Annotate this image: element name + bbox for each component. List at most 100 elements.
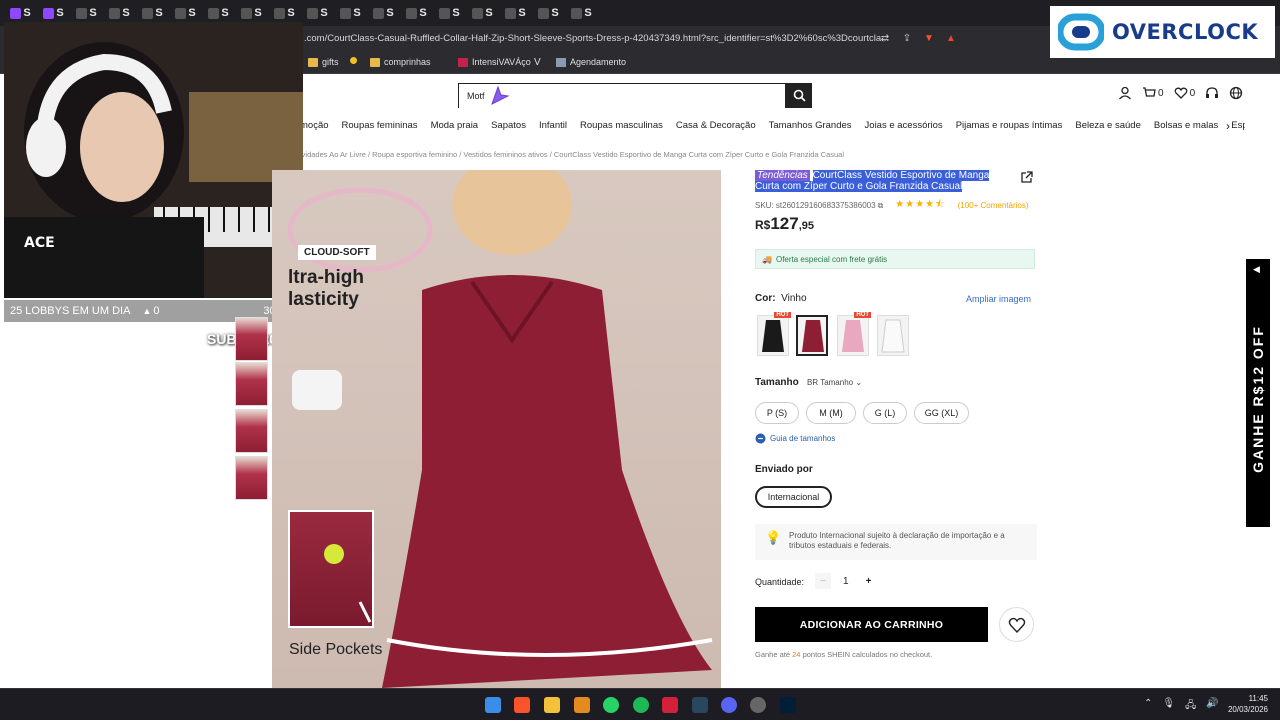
browser-tab[interactable]: S: [334, 2, 367, 24]
browser-tab[interactable]: S: [532, 2, 565, 24]
translate-icon[interactable]: ⇄: [878, 31, 892, 45]
bookmark-v[interactable]: V: [534, 57, 541, 68]
tray-expand-icon[interactable]: ⌃: [1144, 698, 1152, 715]
bookmark-gifts[interactable]: gifts: [308, 57, 339, 67]
language-button[interactable]: [1229, 86, 1243, 100]
network-icon[interactable]: 🖧: [1185, 698, 1196, 715]
zoom-image-link[interactable]: Ampliar imagem: [966, 294, 1031, 304]
quantity-increase-button[interactable]: +: [861, 573, 877, 589]
browser-tab[interactable]: S: [565, 2, 598, 24]
quantity-value[interactable]: 1: [843, 576, 849, 587]
nav-item[interactable]: Moda praia: [431, 120, 479, 136]
browser-tab[interactable]: S: [433, 2, 466, 24]
nav-item[interactable]: Pijamas e roupas íntimas: [956, 120, 1063, 136]
size-option-g[interactable]: G (L): [863, 402, 907, 424]
promo-side-banner[interactable]: ◀ GANHE R$12 OFF: [1246, 259, 1270, 527]
size-region-select[interactable]: BR Tamanho ⌄: [807, 378, 862, 387]
headline-line-2: lasticity: [288, 289, 359, 310]
brave-browser-icon[interactable]: [514, 697, 530, 713]
color-swatch-pink[interactable]: HOT: [837, 312, 871, 356]
tab-favicon-icon: [109, 7, 121, 19]
hot-badge: HOT: [774, 312, 791, 318]
rewards-icon[interactable]: ▲: [944, 31, 958, 45]
url-text[interactable]: .com/CourtClass-Casual-Ruffled-Collar-Ha…: [304, 33, 889, 44]
file-explorer-icon[interactable]: [544, 697, 560, 713]
browser-tab[interactable]: S: [202, 2, 235, 24]
browser-tab[interactable]: S: [136, 2, 169, 24]
banner-collapse-icon[interactable]: ◀: [1253, 264, 1260, 275]
sent-by-international-option[interactable]: Internacional: [755, 486, 832, 508]
nav-item[interactable]: Sapatos: [491, 120, 526, 136]
microphone-icon[interactable]: 🎙: [1162, 698, 1175, 715]
search-button[interactable]: [786, 83, 812, 108]
size-option-p[interactable]: P (S): [755, 402, 799, 424]
size-option-gg[interactable]: GG (XL): [914, 402, 969, 424]
share-icon[interactable]: ⇪: [900, 31, 914, 45]
tab-favicon-icon: [472, 7, 484, 19]
browser-tab[interactable]: S: [400, 2, 433, 24]
gallery-thumbnail[interactable]: [235, 362, 268, 406]
photoshop-icon[interactable]: [780, 697, 796, 713]
nav-item[interactable]: Roupas masculinas: [580, 120, 663, 136]
gallery-thumbnail[interactable]: [235, 409, 268, 453]
bookmark-intensivavaco[interactable]: IntensiVAVÁço: [458, 57, 531, 67]
wishlist-button[interactable]: 0: [1174, 86, 1195, 100]
browser-tab[interactable]: S: [235, 2, 268, 24]
gallery-thumbnail[interactable]: [235, 317, 268, 361]
red-app-icon[interactable]: [662, 697, 678, 713]
cart-button[interactable]: 0: [1142, 86, 1164, 100]
nav-item[interactable]: Tamanhos Grandes: [769, 120, 852, 136]
browser-tab[interactable]: S: [169, 2, 202, 24]
browser-tab[interactable]: S: [499, 2, 532, 24]
size-guide-link[interactable]: Guia de tamanhos: [755, 433, 835, 444]
product-main-image[interactable]: CLOUD-SOFT ltra-high lasticity Side Pock…: [272, 170, 721, 688]
account-button[interactable]: [1118, 86, 1132, 100]
nav-item[interactable]: Infantil: [539, 120, 567, 136]
copy-icon[interactable]: ⧉: [878, 201, 884, 211]
spotify-icon[interactable]: [633, 697, 649, 713]
bookmark-agendamento[interactable]: Agendamento: [556, 57, 626, 67]
steam-icon[interactable]: [692, 697, 708, 713]
share-external-icon[interactable]: [1020, 171, 1033, 187]
headset-icon: [1206, 87, 1219, 98]
color-swatch-white[interactable]: [877, 315, 909, 356]
support-button[interactable]: [1205, 86, 1219, 100]
start-menu-icon[interactable]: [485, 697, 501, 713]
volume-icon[interactable]: 🔊: [1206, 698, 1218, 715]
truck-icon: 🚚: [762, 254, 772, 264]
bookmark-dot[interactable]: [350, 57, 357, 64]
browser-tab[interactable]: S: [367, 2, 400, 24]
nav-item[interactable]: Casa & Decoração: [676, 120, 756, 136]
discord-icon[interactable]: [721, 697, 737, 713]
browser-tab[interactable]: S: [103, 2, 136, 24]
browser-tab[interactable]: S: [466, 2, 499, 24]
browser-tab[interactable]: S: [301, 2, 334, 24]
reviews-link[interactable]: (100+ Comentários): [958, 201, 1029, 210]
nav-item[interactable]: Bolsas e malas: [1154, 120, 1218, 136]
nav-item[interactable]: Espo: [1231, 120, 1245, 136]
taskbar-clock[interactable]: 11:45 20/03/2026: [1224, 693, 1268, 715]
nav-next-arrow-icon[interactable]: ›: [1226, 119, 1230, 133]
browser-tab[interactable]: S: [268, 2, 301, 24]
color-swatch-black[interactable]: HOT: [757, 312, 791, 356]
browser-tab[interactable]: S: [70, 2, 103, 24]
add-to-cart-button[interactable]: ADICIONAR AO CARRINHO: [755, 607, 988, 642]
browser-tab[interactable]: S: [4, 2, 37, 24]
size-option-m[interactable]: M (M): [806, 402, 856, 424]
gallery-thumbnail[interactable]: [235, 456, 268, 500]
nav-item[interactable]: Joias e acessórios: [865, 120, 943, 136]
browser-tab[interactable]: S: [37, 2, 70, 24]
nav-item[interactable]: Beleza e saúde: [1075, 120, 1141, 136]
nav-item[interactable]: moção: [300, 120, 329, 136]
quantity-decrease-button[interactable]: −: [815, 573, 831, 589]
color-value: Vinho: [781, 293, 807, 304]
obs-icon[interactable]: [750, 697, 766, 713]
brave-shield-icon[interactable]: ▼: [922, 31, 936, 45]
tab-label: S: [89, 7, 97, 19]
sublime-text-icon[interactable]: [574, 697, 590, 713]
nav-item[interactable]: Roupas femininas: [342, 120, 418, 136]
whatsapp-icon[interactable]: [603, 697, 619, 713]
bookmark-comprinhas[interactable]: comprinhas: [370, 57, 431, 67]
add-to-wishlist-button[interactable]: [999, 607, 1034, 642]
color-swatch-wine[interactable]: [796, 315, 828, 356]
